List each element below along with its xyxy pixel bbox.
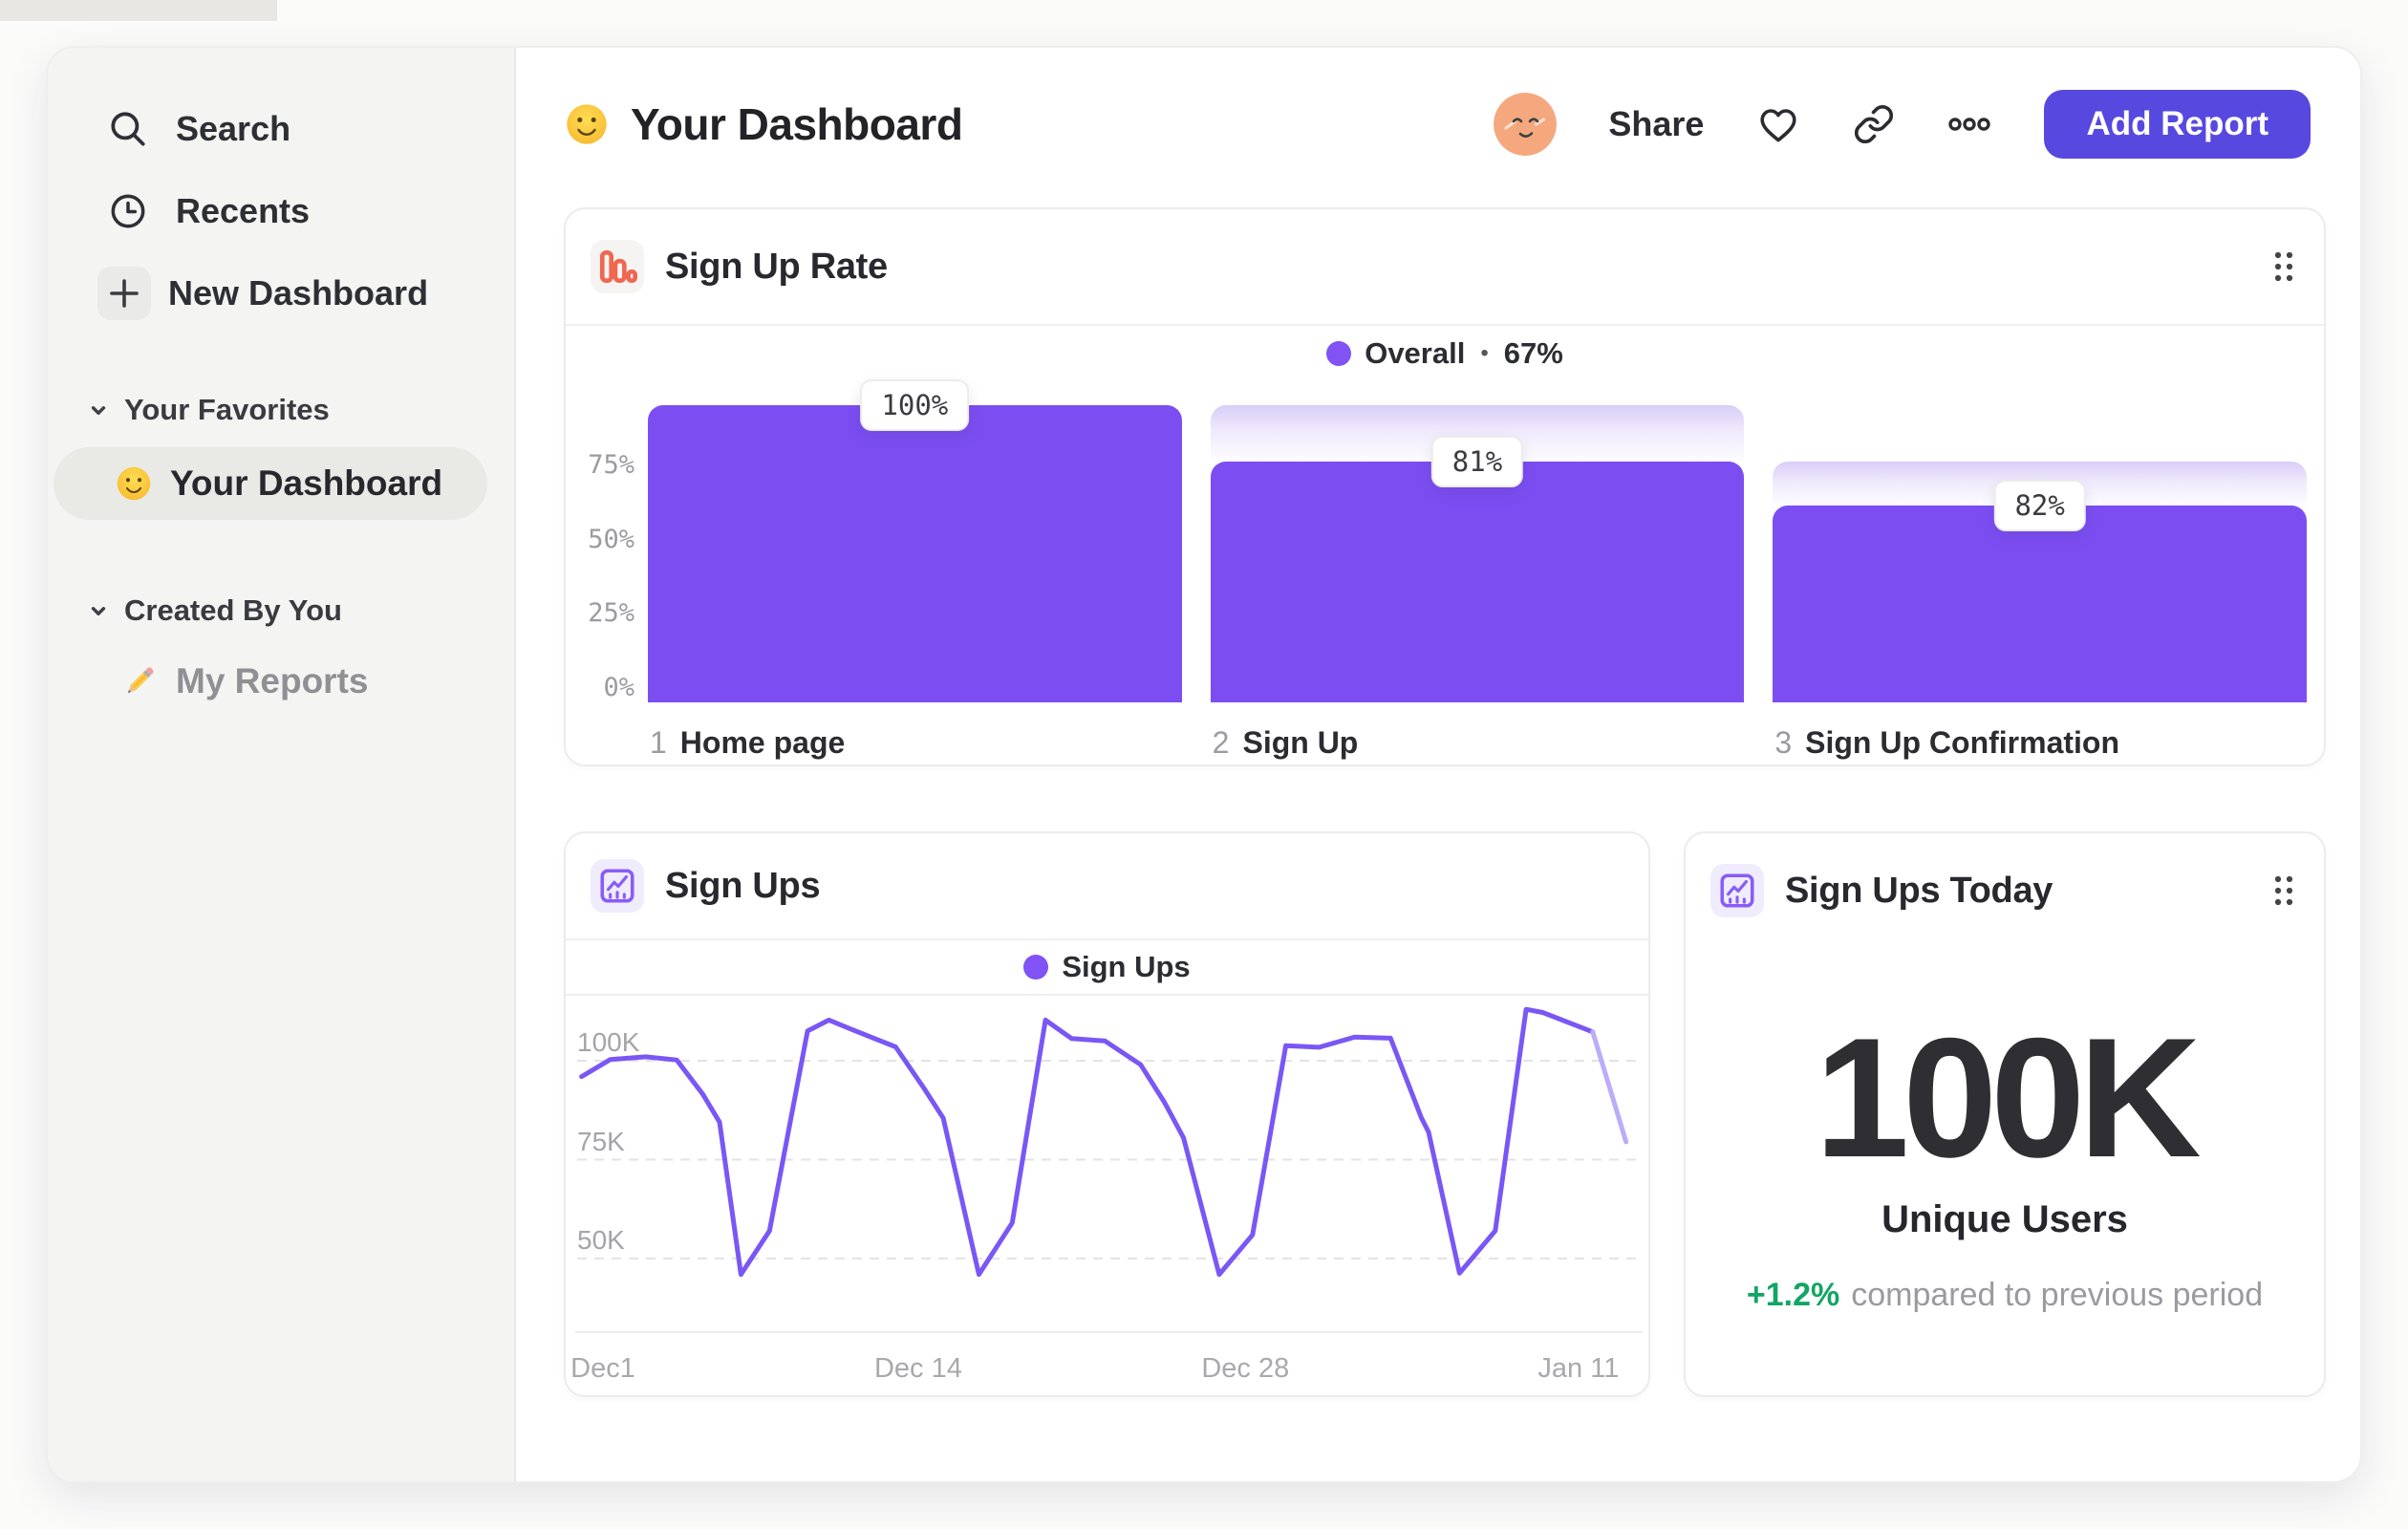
funnel-step-label: 1 Home page bbox=[650, 725, 845, 761]
sidebar-item-your-dashboard[interactable]: Your Dashboard bbox=[54, 447, 487, 520]
sidebar-item-label: Your Dashboard bbox=[170, 463, 443, 503]
page-header: Your Dashboard Share Add Report bbox=[564, 48, 2311, 201]
metric-label: Unique Users bbox=[1881, 1198, 2128, 1240]
funnel-solid-bar bbox=[648, 405, 1182, 702]
sidebar-item-search[interactable]: Search bbox=[48, 88, 514, 170]
metric-delta-row: +1.2% compared to previous period bbox=[1686, 1277, 2324, 1314]
line-x-tick: Dec 14 bbox=[873, 1353, 962, 1384]
card-title: Sign Up Rate bbox=[665, 246, 888, 287]
sidebar-item-label: Recents bbox=[176, 191, 311, 230]
clock-icon bbox=[97, 181, 159, 242]
plus-icon bbox=[97, 267, 151, 320]
add-report-button[interactable]: Add Report bbox=[2044, 90, 2311, 159]
funnel-bar-sign-up-confirmation[interactable]: 82% 3 Sign Up Confirmation bbox=[1773, 405, 2308, 760]
sidebar-item-label: Search bbox=[176, 109, 291, 148]
funnel-solid-bar bbox=[1210, 462, 1745, 702]
chevron-down-icon bbox=[86, 598, 111, 623]
delta-value: +1.2% bbox=[1746, 1277, 1840, 1313]
heart-icon[interactable] bbox=[1755, 101, 1801, 147]
search-icon bbox=[97, 98, 159, 160]
avatar[interactable] bbox=[1494, 93, 1558, 156]
sidebar-item-recents[interactable]: Recents bbox=[48, 170, 514, 252]
funnel-y-tick: 75% bbox=[588, 449, 634, 480]
funnel-step-label: 2 Sign Up bbox=[1213, 725, 1359, 761]
drag-handle-icon[interactable] bbox=[2272, 873, 2295, 908]
funnel-plot: 100% 1 Home page 81% 2 Sign Up 82% 3 Sig… bbox=[648, 379, 2308, 760]
drag-handle-icon[interactable] bbox=[2272, 249, 2295, 284]
sidebar-section-label: Created By You bbox=[124, 593, 342, 627]
step-name: Sign Up Confirmation bbox=[1805, 725, 2119, 760]
bar-chart-icon bbox=[591, 240, 644, 293]
slightly-smiling-face-emoji bbox=[115, 464, 153, 503]
legend-dot bbox=[1326, 341, 1352, 366]
sidebar-item-label: New Dashboard bbox=[168, 273, 429, 312]
funnel-legend: Overall • 67% bbox=[566, 326, 2324, 381]
sign-ups-today-card: Sign Ups Today 100K Unique Users +1.2% co… bbox=[1684, 831, 2326, 1397]
line-x-tick: Dec 28 bbox=[1201, 1353, 1290, 1384]
sidebar-section-your-favorites[interactable]: Your Favorites bbox=[48, 380, 514, 440]
line-chart-icon bbox=[1710, 864, 1764, 917]
more-options-icon[interactable] bbox=[1946, 101, 1992, 147]
legend-value: 67% bbox=[1503, 336, 1563, 370]
funnel-bar-sign-up[interactable]: 81% 2 Sign Up bbox=[1210, 405, 1745, 760]
sidebar-section-label: Your Favorites bbox=[124, 393, 330, 426]
line-y-tick: 100K bbox=[577, 1027, 640, 1057]
funnel-step-label: 3 Sign Up Confirmation bbox=[1774, 725, 2119, 761]
funnel-solid-bar bbox=[1773, 505, 2308, 702]
step-number: 3 bbox=[1774, 725, 1793, 760]
page-title: Your Dashboard bbox=[631, 99, 963, 149]
funnel-value-chip: 82% bbox=[1993, 479, 2086, 531]
step-name: Home page bbox=[679, 725, 846, 760]
funnel-bar-home-page[interactable]: 100% 1 Home page bbox=[648, 379, 1182, 760]
line-x-tick: Dec1 bbox=[570, 1353, 635, 1384]
step-number: 2 bbox=[1212, 725, 1230, 760]
line-y-tick: 75K bbox=[577, 1126, 625, 1156]
chevron-down-icon bbox=[86, 398, 111, 422]
line-x-tick: Jan 11 bbox=[1537, 1353, 1620, 1384]
window-top-strip bbox=[0, 0, 277, 21]
card-header: Sign Ups Today bbox=[1686, 833, 2324, 948]
legend-label: Overall bbox=[1365, 336, 1466, 370]
metric-value: 100K bbox=[1815, 1002, 2202, 1193]
funnel-value-chip: 81% bbox=[1430, 436, 1524, 488]
funnel-y-tick: 0% bbox=[603, 673, 634, 702]
share-button[interactable]: Share bbox=[1608, 104, 1704, 144]
sign-up-rate-card: Sign Up Rate Overall • 67% 75% 50% 25% 0% 1… bbox=[564, 207, 2326, 766]
link-icon[interactable] bbox=[1853, 103, 1895, 145]
funnel-y-tick: 25% bbox=[588, 598, 634, 629]
sign-ups-card: Sign Ups Sign Ups 100K 75K 50K Dec1 Dec 14 D… bbox=[564, 831, 1650, 1397]
pencil-emoji bbox=[120, 662, 159, 700]
funnel-value-chip: 100% bbox=[860, 379, 970, 431]
step-name: Sign Up bbox=[1242, 725, 1359, 760]
sidebar-item-label: My Reports bbox=[176, 661, 369, 700]
card-title: Sign Ups Today bbox=[1785, 870, 2053, 911]
step-number: 1 bbox=[650, 725, 667, 760]
card-header: Sign Up Rate bbox=[566, 209, 2324, 324]
delta-note: compared to previous period bbox=[1851, 1277, 2264, 1313]
sidebar-item-my-reports[interactable]: My Reports bbox=[54, 650, 487, 713]
sidebar-section-created-by-you[interactable]: Created By You bbox=[48, 581, 514, 640]
funnel-y-tick: 50% bbox=[588, 524, 634, 554]
sidebar: Search Recents New Dashboard Your Favori… bbox=[48, 48, 516, 1481]
sidebar-item-new-dashboard[interactable]: New Dashboard bbox=[48, 252, 514, 334]
main-panel: Search Recents New Dashboard Your Favori… bbox=[46, 46, 2362, 1483]
slightly-smiling-face-emoji bbox=[564, 101, 610, 147]
legend-separator: • bbox=[1480, 340, 1489, 366]
line-y-tick: 50K bbox=[577, 1225, 625, 1255]
line-chart-plot[interactable] bbox=[566, 833, 1652, 1399]
